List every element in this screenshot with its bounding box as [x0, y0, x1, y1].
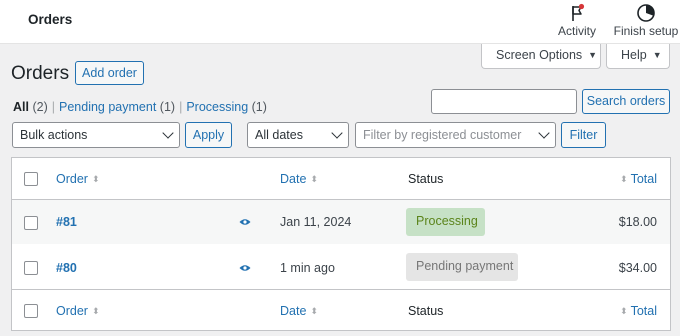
order-link[interactable]: #80: [56, 261, 77, 275]
help-button[interactable]: Help ▼: [606, 44, 670, 69]
header-title: Orders: [28, 12, 73, 27]
view-all[interactable]: All (2): [13, 100, 48, 114]
chevron-down-icon: [331, 127, 343, 139]
customer-filter-placeholder: Filter by registered customer: [363, 128, 522, 142]
column-date-label: Date: [280, 172, 307, 186]
view-pending-count: (1): [159, 100, 176, 114]
chevron-down-icon: [538, 127, 550, 139]
column-order-label: Order: [56, 304, 88, 318]
status-badge: Processing: [406, 208, 485, 236]
table-row[interactable]: #81 Jan 11, 2024 Processing $18.00: [12, 200, 670, 244]
column-order-header[interactable]: Order ⬍: [56, 172, 99, 186]
help-label: Help: [621, 48, 647, 62]
order-link[interactable]: #81: [56, 215, 77, 229]
eye-icon[interactable]: [239, 264, 251, 272]
progress-circle-icon: [637, 4, 655, 22]
add-order-button[interactable]: Add order: [75, 61, 144, 85]
finish-setup-button[interactable]: Finish setup: [612, 3, 680, 38]
column-date-header[interactable]: Date ⬍: [280, 172, 318, 186]
caret-down-icon: ▼: [652, 50, 662, 60]
view-pending-payment[interactable]: Pending payment (1): [59, 100, 175, 114]
view-separator: |: [51, 100, 55, 114]
column-total-label: Total: [630, 304, 657, 318]
sort-arrows-icon: ⬍: [91, 306, 99, 316]
order-total: $34.00: [618, 261, 657, 275]
table-header-row: Order ⬍ Date ⬍ Status ⬍ Total: [12, 158, 670, 200]
view-processing-label: Processing: [186, 100, 249, 114]
screen-options-button[interactable]: Screen Options ▼: [481, 44, 601, 69]
status-badge: Pending payment: [406, 253, 518, 281]
sort-arrows-icon: ⬍: [310, 306, 317, 316]
screen-options-label: Screen Options: [496, 48, 583, 62]
column-total-label: Total: [630, 172, 657, 186]
orders-table: Order ⬍ Date ⬍ Status ⬍ Total #81 Jan 11, 2…: [11, 157, 671, 331]
table-footer-row: Order ⬍ Date ⬍ Status ⬍ Total: [12, 290, 670, 330]
page-title: Orders: [11, 63, 70, 84]
bulk-actions-select[interactable]: Bulk actions: [12, 122, 180, 148]
view-all-count: (2): [32, 100, 48, 114]
activity-button[interactable]: Activity: [554, 3, 600, 38]
status-views: All (2) | Pending payment (1) | Processing (…: [13, 100, 267, 114]
row-checkbox[interactable]: [24, 216, 38, 230]
column-date-footer[interactable]: Date ⬍: [280, 304, 318, 318]
dates-value: All dates: [255, 128, 303, 142]
view-processing[interactable]: Processing (1): [186, 100, 267, 114]
customer-filter-select[interactable]: Filter by registered customer: [355, 122, 556, 148]
view-pending-label: Pending payment: [59, 100, 157, 114]
sort-arrows-icon: ⬍: [91, 174, 99, 184]
sort-arrows-icon: ⬍: [620, 174, 627, 184]
finish-setup-label: Finish setup: [613, 24, 679, 38]
search-orders-button[interactable]: Search orders: [582, 89, 670, 114]
table-row[interactable]: #80 1 min ago Pending payment $34.00: [12, 244, 670, 290]
column-status-header: Status: [408, 172, 444, 186]
view-separator: |: [179, 100, 183, 114]
apply-button[interactable]: Apply: [185, 122, 232, 148]
column-status-footer: Status: [408, 304, 444, 318]
view-processing-count: (1): [251, 100, 267, 114]
view-all-label: All: [13, 100, 29, 114]
select-all-checkbox[interactable]: [24, 304, 38, 318]
order-date: 1 min ago: [280, 261, 335, 275]
search-input[interactable]: [431, 89, 577, 114]
filter-button[interactable]: Filter: [561, 122, 606, 148]
column-total-footer[interactable]: ⬍ Total: [620, 304, 657, 318]
top-header-bar: Orders Activity Finish setup: [0, 0, 680, 44]
eye-icon[interactable]: [239, 218, 251, 226]
chevron-down-icon: [162, 127, 174, 139]
flag-icon: [572, 3, 585, 21]
bulk-actions-value: Bulk actions: [20, 128, 88, 142]
column-date-label: Date: [280, 304, 307, 318]
sort-arrows-icon: ⬍: [310, 174, 317, 184]
column-order-label: Order: [56, 172, 88, 186]
column-order-footer[interactable]: Order ⬍: [56, 304, 99, 318]
sort-arrows-icon: ⬍: [620, 306, 627, 316]
select-all-checkbox[interactable]: [24, 172, 38, 186]
caret-down-icon: ▼: [588, 50, 598, 60]
order-date: Jan 11, 2024: [280, 215, 352, 229]
activity-label: Activity: [557, 24, 596, 38]
row-checkbox[interactable]: [24, 261, 38, 275]
order-total: $18.00: [618, 215, 657, 229]
column-total-header[interactable]: ⬍ Total: [620, 172, 657, 186]
dates-select[interactable]: All dates: [247, 122, 349, 148]
